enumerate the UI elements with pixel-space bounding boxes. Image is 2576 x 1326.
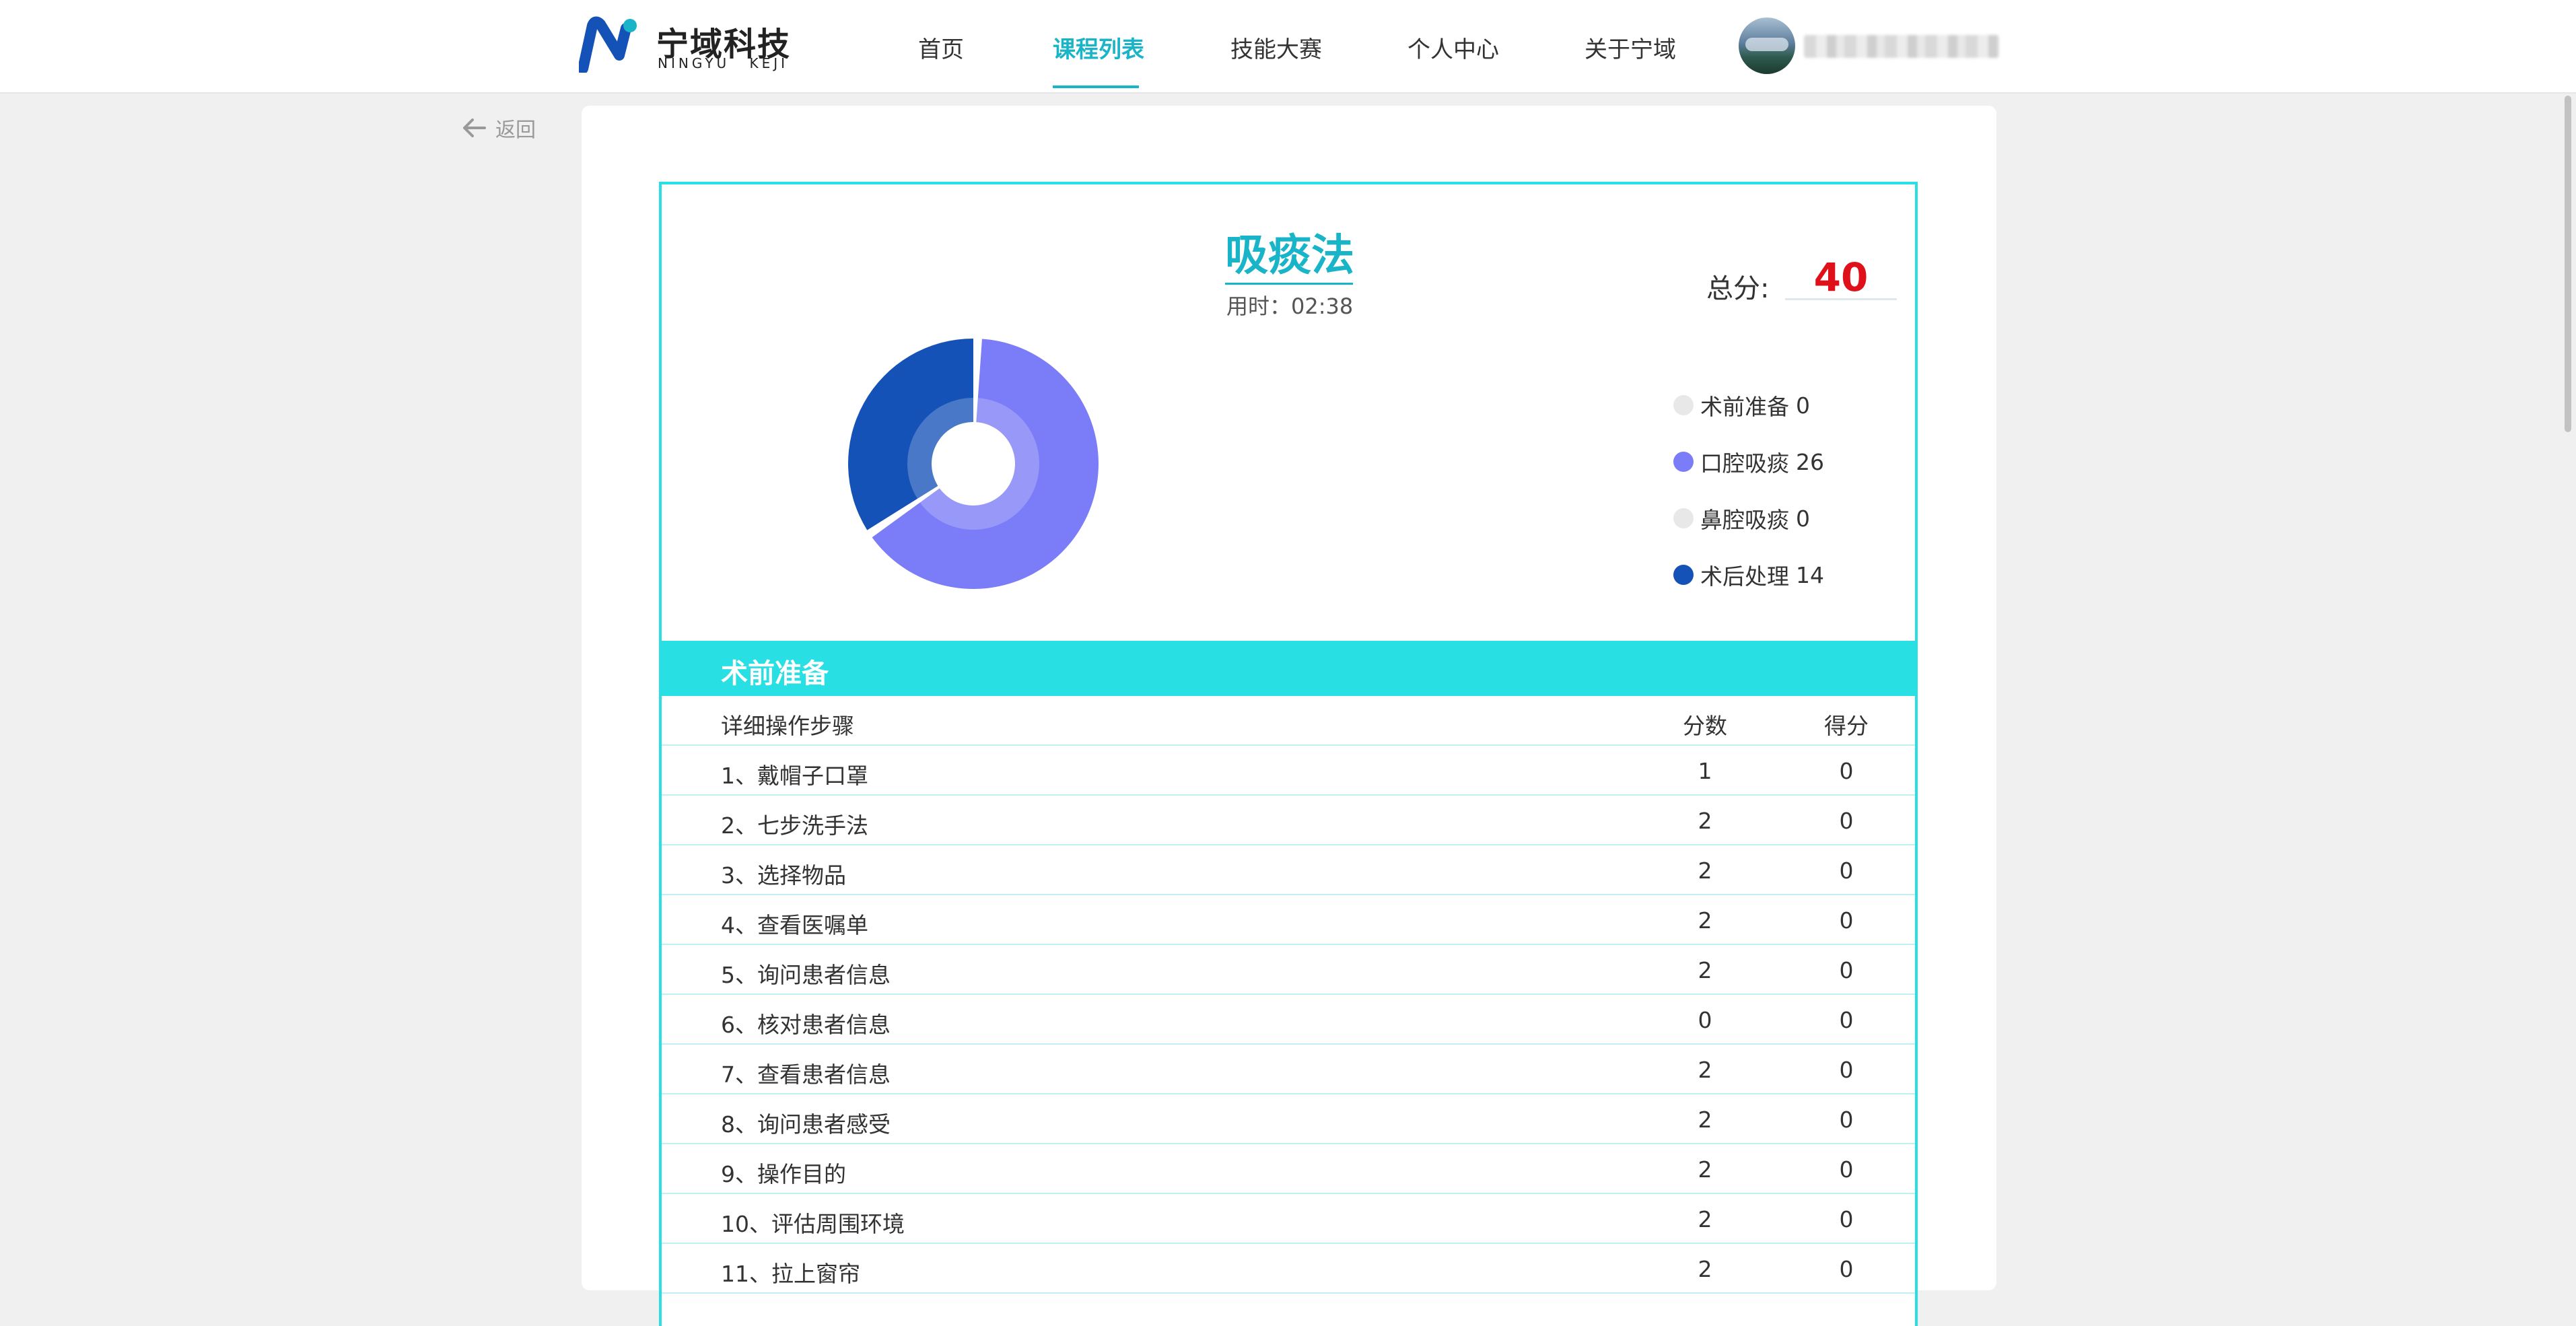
nav-skill-contest[interactable]: 技能大赛 [1230, 31, 1322, 64]
row-step: 8、询问患者感受 [721, 1111, 891, 1138]
row-step: 7、查看患者信息 [721, 1061, 891, 1088]
row-got: 0 [1839, 1007, 1854, 1033]
brand-logo[interactable]: 宁域科技 NINGYU KEJI [579, 15, 794, 75]
username-redacted[interactable] [1804, 35, 1999, 58]
row-score: 1 [1698, 758, 1712, 784]
nav-about[interactable]: 关于宁域 [1585, 31, 1676, 64]
page-scrollbar-thumb[interactable] [2565, 96, 2571, 432]
row-score: 2 [1698, 858, 1712, 884]
row-got: 0 [1839, 858, 1854, 884]
row-got: 0 [1839, 1057, 1854, 1083]
legend-label: 鼻腔吸痰 [1700, 507, 1789, 533]
header-got: 得分 [1824, 713, 1869, 739]
row-step: 2、七步洗手法 [721, 812, 868, 839]
legend-label: 口腔吸痰 [1700, 450, 1789, 477]
total-score-label: 总分: [1706, 273, 1770, 304]
row-score: 2 [1698, 907, 1712, 934]
row-step: 10、评估周围环境 [721, 1211, 905, 1237]
legend-dot [1673, 508, 1694, 528]
score-donut-chart [848, 339, 1099, 589]
table-header: 详细操作步骤 分数 得分 [662, 696, 1915, 746]
table-row: 2、七步洗手法 2 0 [662, 796, 1915, 845]
row-got: 0 [1839, 1256, 1854, 1282]
row-score: 0 [1698, 1007, 1712, 1033]
row-step: 1、戴帽子口罩 [721, 763, 868, 789]
row-step: 3、选择物品 [721, 862, 846, 888]
legend-label: 术前准备 [1700, 394, 1789, 420]
legend-dot [1673, 565, 1694, 585]
table-row: 4、查看医嘱单 2 0 [662, 895, 1915, 945]
legend-value: 14 [1796, 561, 1824, 588]
row-step: 4、查看医嘱单 [721, 912, 868, 938]
row-score: 2 [1698, 1206, 1712, 1232]
section-title: 术前准备 [721, 658, 829, 689]
arrow-left-icon [463, 118, 486, 137]
report-title: 吸痰法 [1225, 231, 1354, 281]
brand-name-en: NINGYU KEJI [658, 55, 789, 71]
legend-item[interactable]: 术前准备 0 [1673, 392, 1810, 420]
time-value: 02:38 [1291, 293, 1354, 319]
row-step: 11、拉上窗帘 [721, 1261, 860, 1287]
header-score: 分数 [1683, 713, 1727, 739]
row-got: 0 [1839, 1107, 1854, 1133]
row-score: 2 [1698, 1256, 1712, 1282]
row-score: 2 [1698, 808, 1712, 834]
table-row: 9、操作目的 2 0 [662, 1144, 1915, 1194]
legend-item[interactable]: 术后处理 14 [1673, 561, 1824, 590]
title-underline [1225, 283, 1353, 285]
table-row: 5、询问患者信息 2 0 [662, 945, 1915, 995]
row-score: 2 [1698, 1057, 1712, 1083]
total-score-underline [1785, 298, 1897, 300]
table-row: 6、核对患者信息 0 0 [662, 995, 1915, 1045]
legend-item[interactable]: 口腔吸痰 26 [1673, 448, 1824, 477]
nav-home[interactable]: 首页 [918, 31, 964, 64]
total-score-value: 40 [1813, 254, 1869, 300]
time-used: 用时：02:38 [1226, 289, 1353, 320]
logo-mark-icon [579, 16, 637, 73]
row-got: 0 [1839, 1156, 1854, 1183]
header-step: 详细操作步骤 [721, 713, 854, 739]
row-got: 0 [1839, 1206, 1854, 1232]
table-row: 7、查看患者信息 2 0 [662, 1045, 1915, 1094]
legend-value: 0 [1796, 505, 1810, 532]
row-got: 0 [1839, 758, 1854, 784]
table-row: 8、询问患者感受 2 0 [662, 1094, 1915, 1144]
nav-course-list[interactable]: 课程列表 [1053, 31, 1144, 64]
legend-dot [1673, 395, 1694, 415]
row-got: 0 [1839, 808, 1854, 834]
back-label: 返回 [495, 118, 536, 142]
row-score: 2 [1698, 1156, 1712, 1183]
row-step: 5、询问患者信息 [721, 962, 891, 988]
legend-dot [1673, 452, 1694, 472]
user-avatar[interactable] [1739, 18, 1795, 74]
table-row: 1、戴帽子口罩 1 0 [662, 746, 1915, 796]
legend-label: 术后处理 [1700, 563, 1789, 590]
legend-item[interactable]: 鼻腔吸痰 0 [1673, 505, 1810, 533]
nav-personal-center[interactable]: 个人中心 [1407, 31, 1499, 64]
row-got: 0 [1839, 957, 1854, 983]
time-label: 用时： [1226, 293, 1292, 319]
legend-value: 26 [1796, 448, 1824, 475]
table-row: 3、选择物品 2 0 [662, 845, 1915, 895]
row-step: 9、操作目的 [721, 1161, 846, 1187]
row-got: 0 [1839, 907, 1854, 934]
row-score: 2 [1698, 1107, 1712, 1133]
table-row: 11、拉上窗帘 2 0 [662, 1244, 1915, 1294]
legend-value: 0 [1796, 392, 1810, 419]
section-header-bar: 术前准备 [662, 641, 1915, 696]
back-button[interactable]: 返回 [462, 113, 536, 143]
row-step: 6、核对患者信息 [721, 1012, 891, 1038]
active-tab-indicator [1053, 85, 1139, 88]
top-navbar: 宁域科技 NINGYU KEJI 首页 课程列表 技能大赛 个人中心 关于宁域 [0, 0, 2576, 94]
row-score: 2 [1698, 957, 1712, 983]
table-row: 10、评估周围环境 2 0 [662, 1194, 1915, 1244]
